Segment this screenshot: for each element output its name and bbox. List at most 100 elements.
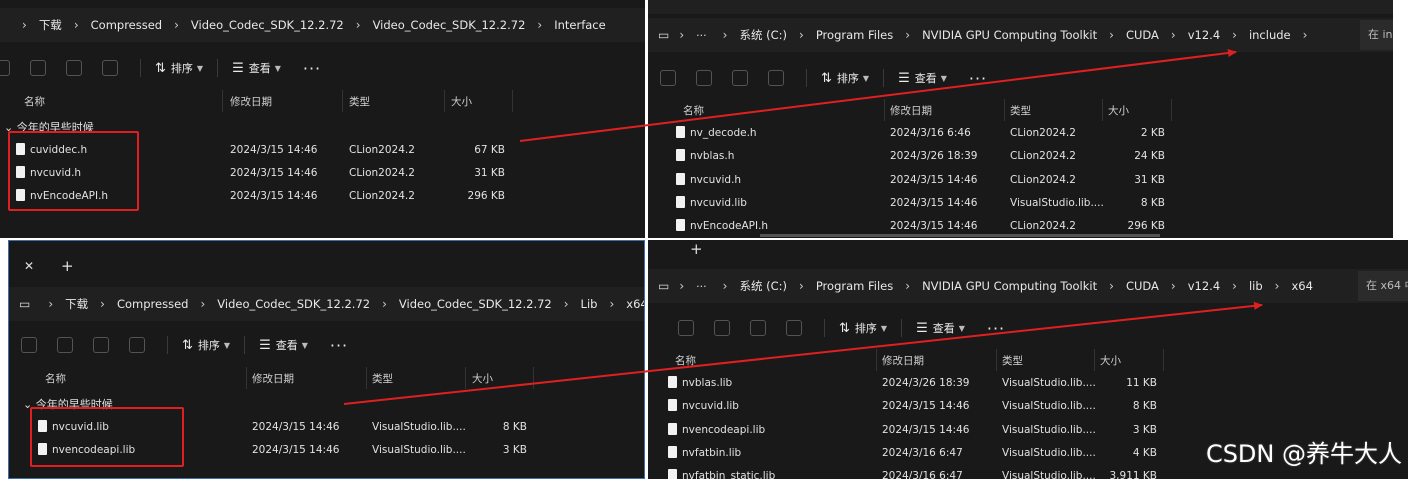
command-bar: ⇅ 排序 ▼ ☰ 查看 ▼ ···	[9, 329, 644, 361]
breadcrumb-item[interactable]: Video_Codec_SDK_12.2.72 ›	[399, 297, 581, 311]
breadcrumb-item[interactable]: NVIDIA GPU Computing Toolkit ›	[922, 28, 1126, 42]
view-icon: ☰	[232, 60, 244, 76]
breadcrumb-item[interactable]: v12.4 ›	[1188, 28, 1249, 42]
horizontal-scrollbar[interactable]	[760, 234, 1160, 237]
breadcrumb-item[interactable]: x64	[1291, 279, 1312, 293]
column-size[interactable]: 大小	[451, 94, 472, 109]
file-row[interactable]: nvcuvid.h 2024/3/15 14:46 CLion2024.2 31…	[648, 169, 1393, 192]
breadcrumb-item[interactable]: Program Files ›	[816, 279, 922, 293]
column-size[interactable]: 大小	[1108, 103, 1129, 118]
column-name[interactable]: 名称	[675, 353, 696, 368]
column-size[interactable]: 大小	[1100, 353, 1121, 368]
rename-icon[interactable]	[30, 60, 46, 76]
column-name[interactable]: 名称	[24, 94, 45, 109]
more-locations-icon[interactable]: ···	[696, 280, 707, 293]
breadcrumb-item[interactable]: x64	[626, 297, 644, 311]
sort-button[interactable]: ⇅ 排序 ▼	[155, 60, 203, 76]
share-icon[interactable]	[66, 60, 82, 76]
more-options-button[interactable]: ···	[987, 319, 1005, 338]
delete-icon[interactable]	[102, 60, 118, 76]
tab-bar: +	[648, 240, 1408, 260]
new-tab-button[interactable]: +	[61, 257, 74, 275]
delete-icon[interactable]	[786, 320, 802, 336]
sort-button[interactable]: ⇅ 排序 ▼	[839, 320, 887, 336]
file-row[interactable]: nvblas.h 2024/3/26 18:39 CLion2024.2 24 …	[648, 145, 1393, 168]
breadcrumb-item[interactable]: Video_Codec_SDK_12.2.72 ›	[191, 18, 373, 32]
breadcrumb-item[interactable]: Video_Codec_SDK_12.2.72 ›	[217, 297, 399, 311]
new-tab-button[interactable]: +	[690, 240, 703, 258]
address-bar[interactable]: ▭ › ··· › 系统 (C:) › Program Files › NVIDIA…	[648, 18, 1393, 52]
column-size[interactable]: 大小	[472, 371, 493, 386]
column-modified[interactable]: 修改日期	[890, 103, 932, 118]
chevron-right-icon: ›	[799, 279, 804, 293]
address-bar[interactable]: › 下载 › Compressed › Video_Codec_SDK_12.2.7…	[0, 8, 645, 42]
view-button[interactable]: ☰ 查看 ▼	[259, 337, 308, 353]
copy-icon[interactable]	[0, 60, 10, 76]
address-bar[interactable]: ▭ › ··· › 系统 (C:) › Program Files › NVIDIA…	[648, 269, 1408, 303]
rename-icon[interactable]	[696, 70, 712, 86]
chevron-right-icon: ›	[609, 297, 615, 311]
file-icon	[668, 446, 677, 458]
chevron-right-icon: ›	[1232, 28, 1237, 42]
breadcrumb-item[interactable]: Compressed ›	[117, 297, 217, 311]
breadcrumb-item[interactable]: CUDA ›	[1126, 28, 1188, 42]
share-icon[interactable]	[93, 337, 109, 353]
delete-icon[interactable]	[129, 337, 145, 353]
column-name[interactable]: 名称	[683, 103, 704, 118]
file-row[interactable]: nvblas.lib 2024/3/26 18:39 VisualStudio.…	[648, 372, 1408, 395]
delete-icon[interactable]	[768, 70, 784, 86]
view-button[interactable]: ☰ 查看 ▼	[232, 60, 281, 76]
breadcrumb-item[interactable]: include ›	[1249, 28, 1319, 42]
breadcrumb-item[interactable]: Program Files ›	[816, 28, 922, 42]
copy-icon[interactable]	[678, 320, 694, 336]
rename-icon[interactable]	[57, 337, 73, 353]
view-icon: ☰	[916, 320, 928, 336]
view-button[interactable]: ☰ 查看 ▼	[898, 70, 947, 86]
more-locations-icon[interactable]: ···	[696, 29, 707, 42]
copy-icon[interactable]	[660, 70, 676, 86]
more-options-button[interactable]: ···	[969, 69, 987, 88]
breadcrumb-item[interactable]: 下载 ›	[39, 17, 91, 33]
breadcrumb-item[interactable]: Video_Codec_SDK_12.2.72 ›	[373, 18, 555, 32]
column-modified[interactable]: 修改日期	[882, 353, 924, 368]
file-row[interactable]: nvcuvid.lib 2024/3/15 14:46 VisualStudio…	[648, 395, 1408, 418]
chevron-down-icon: ▼	[958, 323, 965, 333]
sort-button[interactable]: ⇅ 排序 ▼	[821, 70, 869, 86]
breadcrumb-item[interactable]: Lib ›	[581, 297, 627, 311]
column-type[interactable]: 类型	[1002, 353, 1023, 368]
column-name[interactable]: 名称	[45, 371, 66, 386]
column-type[interactable]: 类型	[1010, 103, 1031, 118]
breadcrumb-item[interactable]: 下载 ›	[65, 296, 117, 312]
file-row[interactable]: nv_decode.h 2024/3/16 6:46 CLion2024.2 2…	[648, 122, 1393, 145]
breadcrumb-item[interactable]: 系统 (C:) ›	[739, 27, 815, 43]
copy-icon[interactable]	[21, 337, 37, 353]
column-modified[interactable]: 修改日期	[230, 94, 272, 109]
column-type[interactable]: 类型	[372, 371, 393, 386]
breadcrumb-item[interactable]: v12.4 ›	[1188, 279, 1249, 293]
close-tab-button[interactable]: ✕	[24, 259, 34, 273]
view-icon: ☰	[898, 70, 910, 86]
search-input[interactable]: 在 inc	[1360, 20, 1393, 50]
share-icon[interactable]	[732, 70, 748, 86]
breadcrumb-item[interactable]: lib ›	[1249, 279, 1292, 293]
search-input[interactable]: 在 x64 中	[1358, 271, 1408, 301]
chevron-right-icon: ›	[1170, 279, 1176, 293]
share-icon[interactable]	[750, 320, 766, 336]
file-row[interactable]: nvcuvid.lib 2024/3/15 14:46 VisualStudio…	[648, 192, 1393, 215]
command-bar: ⇅ 排序 ▼ ☰ 查看 ▼ ···	[648, 62, 1393, 94]
explorer-window-include: ▭ › ··· › 系统 (C:) › Program Files › NVIDIA…	[648, 0, 1393, 238]
rename-icon[interactable]	[714, 320, 730, 336]
breadcrumb-item[interactable]: NVIDIA GPU Computing Toolkit ›	[922, 279, 1126, 293]
sort-button[interactable]: ⇅ 排序 ▼	[182, 337, 230, 353]
address-bar[interactable]: ▭ › 下载 › Compressed › Video_Codec_SDK_12.2…	[9, 287, 644, 321]
more-options-button[interactable]: ···	[330, 336, 348, 355]
breadcrumb-item[interactable]: Compressed ›	[91, 18, 191, 32]
view-button[interactable]: ☰ 查看 ▼	[916, 320, 965, 336]
breadcrumb-item[interactable]: Interface	[554, 18, 606, 32]
file-icon	[668, 399, 677, 411]
breadcrumb-item[interactable]: 系统 (C:) ›	[739, 278, 815, 294]
column-type[interactable]: 类型	[349, 94, 370, 109]
breadcrumb-item[interactable]: CUDA ›	[1126, 279, 1188, 293]
more-options-button[interactable]: ···	[303, 59, 321, 78]
column-modified[interactable]: 修改日期	[252, 371, 294, 386]
